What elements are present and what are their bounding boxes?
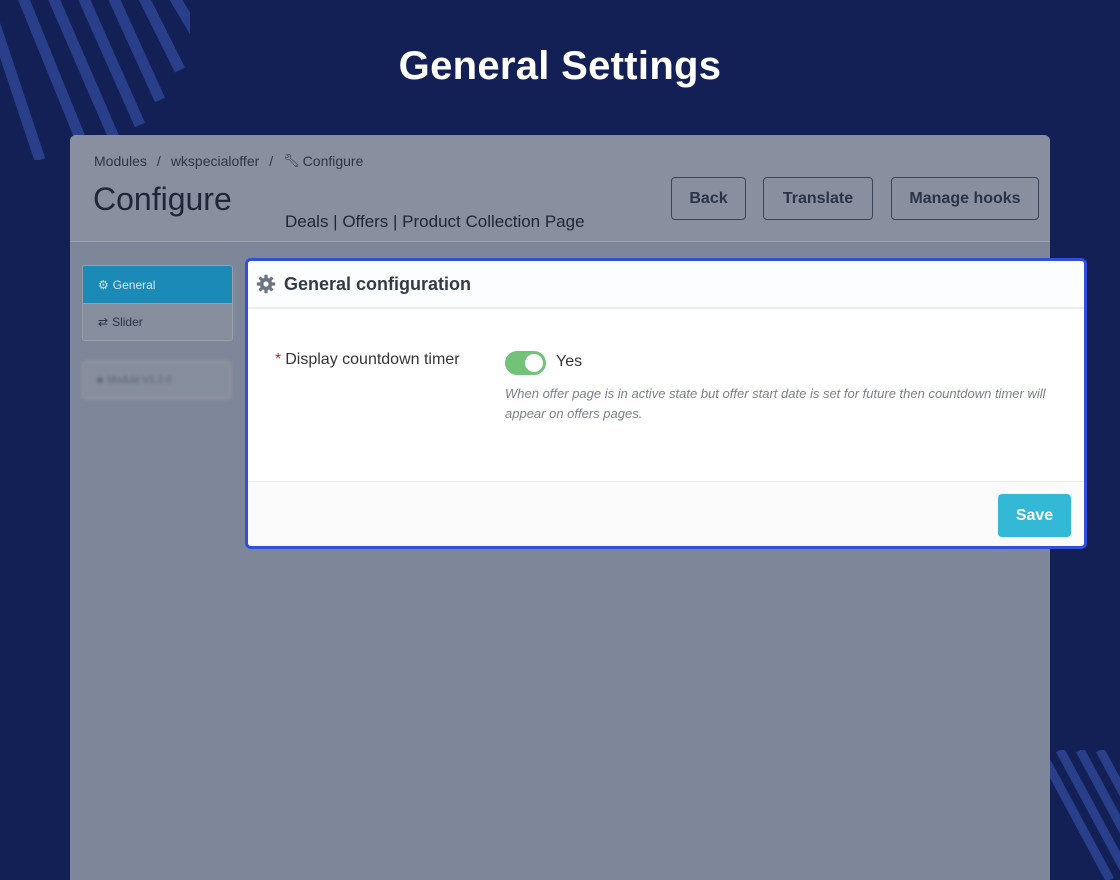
module-version: ■ Module V1.2.0 [82,361,231,399]
panel-title: General configuration [284,273,472,294]
panel-footer: Save [248,481,1084,546]
toggle-knob [525,354,543,372]
breadcrumb-modules[interactable]: Modules [94,153,147,169]
translate-button[interactable]: Translate [763,177,873,220]
back-button[interactable]: Back [671,177,746,220]
panel-header: General configuration [248,261,1084,309]
tab-label: Slider [112,315,143,329]
page-subtitle: Deals | Offers | Product Collection Page [285,212,585,231]
lock-icon: ■ [97,374,104,386]
field-label: * Display countdown timer [275,351,460,369]
gear-icon: ⚙ [98,277,109,292]
countdown-timer-toggle[interactable] [505,351,546,375]
help-text: When offer page is in active state but o… [505,386,1046,421]
panel-body: * Display countdown timer Yes When offer … [248,309,1084,484]
field-label-text: Display countdown timer [285,351,460,368]
tab-label: General [112,277,156,292]
toggle-value-label: Yes [556,353,583,370]
breadcrumb-separator: / [269,153,274,169]
save-button[interactable]: Save [998,494,1071,537]
tab-slider[interactable]: ⇄ Slider [83,303,232,340]
exchange-icon: ⇄ [98,315,109,329]
required-mark: * [275,351,282,368]
breadcrumb-separator: / [156,153,161,169]
gear-icon [256,274,276,294]
tab-general[interactable]: ⚙ General [83,266,232,303]
breadcrumb-module[interactable]: wkspecialoffer [171,153,259,169]
wrench-icon: 🔧︎ [283,153,300,168]
page-header: Modules / wkspecialoffer / 🔧︎ Configure … [70,135,1050,242]
decorative-stripes [1040,750,1120,880]
breadcrumb: Modules / wkspecialoffer / 🔧︎ Configure [94,153,363,169]
version-label: Module V1.2.0 [107,374,172,386]
manage-hooks-button[interactable]: Manage hooks [891,177,1039,220]
general-configuration-panel: General configuration * Display countdown… [245,258,1087,549]
hero-title: General Settings [398,44,722,88]
page-title: Configure [93,181,232,217]
config-tabs: ⚙ General ⇄ Slider [82,265,233,341]
breadcrumb-current: Configure [302,153,364,169]
